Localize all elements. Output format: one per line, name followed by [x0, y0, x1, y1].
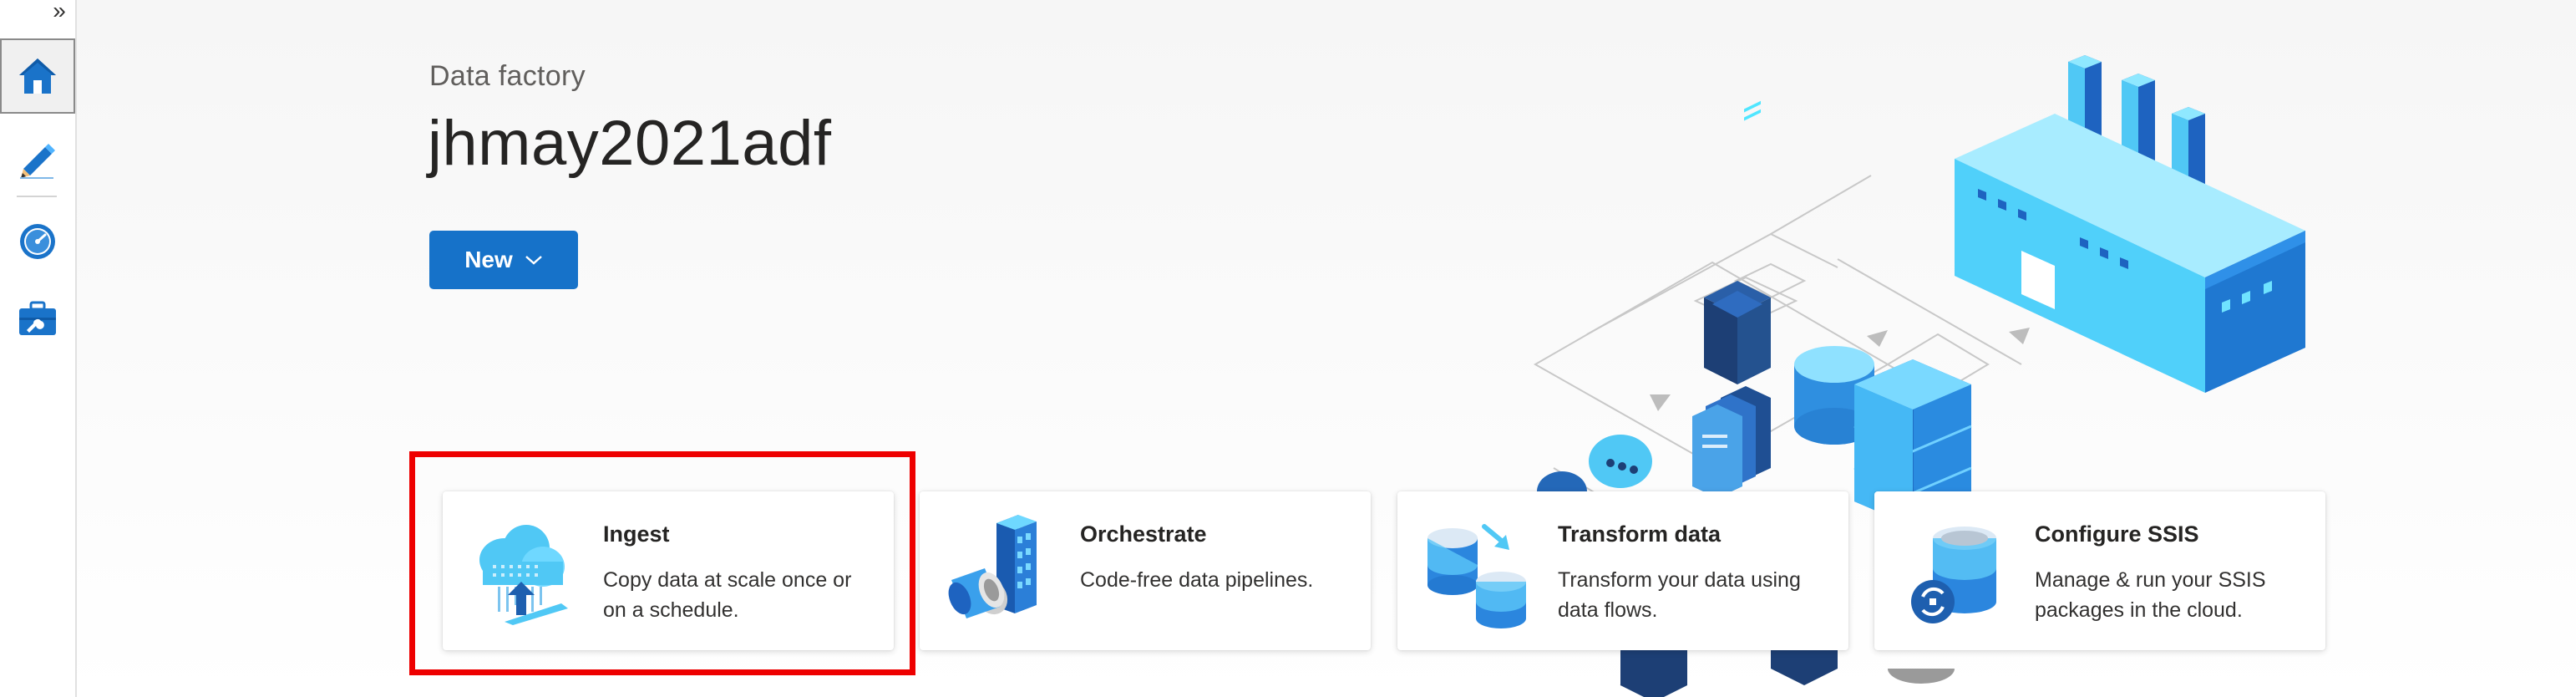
monitor-gauge-icon: [20, 224, 55, 259]
card-description: Manage & run your SSIS packages in the c…: [2035, 568, 2266, 622]
new-button[interactable]: New: [429, 231, 578, 289]
card-description: Code-free data pipelines.: [1080, 568, 1314, 592]
manage-toolbox-icon: [19, 301, 56, 335]
card-orchestrate[interactable]: Orchestrate Code-free data pipelines.: [920, 491, 1371, 650]
orchestrate-icon: [948, 515, 1037, 618]
card-title: Orchestrate: [1080, 521, 1207, 547]
expand-nav-button[interactable]: »: [47, 0, 72, 25]
card-configure-ssis[interactable]: Configure SSIS Manage & run your SSIS pa…: [1874, 491, 2325, 650]
data-factory-home: » Data factory jhmay2021adf New Ingest C…: [0, 0, 2576, 697]
page-title: jhmay2021adf: [428, 108, 832, 179]
home-icon: [19, 59, 56, 94]
card-transform-data[interactable]: Transform data Transform your data using…: [1397, 491, 1848, 650]
card-title: Transform data: [1558, 521, 1722, 547]
card-title: Ingest: [603, 521, 670, 547]
left-nav-rail: »: [0, 0, 77, 697]
nav-author[interactable]: [0, 122, 75, 197]
nav-manage[interactable]: [0, 281, 75, 356]
card-title: Configure SSIS: [2035, 521, 2199, 547]
ingest-cloud-icon: [479, 525, 568, 625]
author-pencil-icon: [20, 144, 55, 179]
card-description: Copy data at scale once or on a schedule…: [603, 568, 852, 622]
card-description: Transform your data using data flows.: [1558, 568, 1801, 622]
ssis-icon: [1911, 527, 1996, 623]
nav-home[interactable]: [0, 38, 75, 114]
transform-icon: [1427, 524, 1526, 628]
card-ingest[interactable]: Ingest Copy data at scale once or on a s…: [443, 491, 894, 650]
chevron-down-icon: [525, 256, 542, 265]
page-subtitle: Data factory: [429, 60, 586, 92]
nav-separator: [17, 196, 57, 197]
nav-monitor[interactable]: [0, 204, 75, 279]
new-button-label: New: [464, 247, 513, 272]
